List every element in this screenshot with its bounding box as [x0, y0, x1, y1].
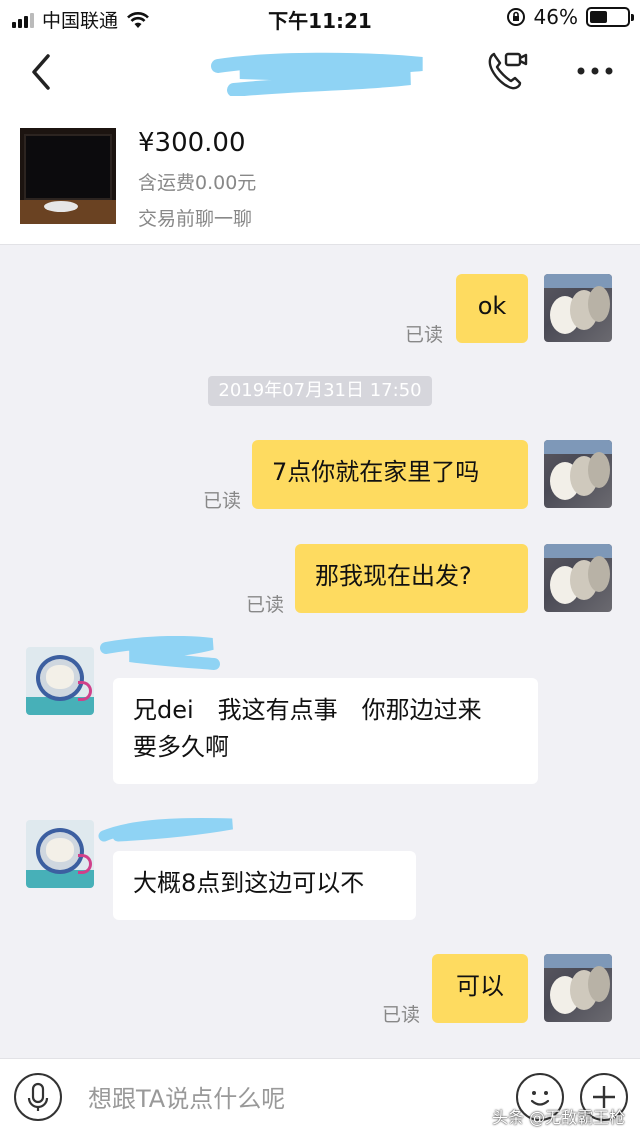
status-bar: 中国联通 下午11:21 46%	[0, 0, 640, 36]
read-receipt: 已读	[246, 594, 285, 616]
message-bubble-mine[interactable]: ok	[456, 274, 528, 343]
microphone-icon	[27, 1082, 49, 1111]
message-input[interactable]: 想跟TA说点什么呢	[88, 1079, 285, 1114]
read-receipt: 已读	[203, 490, 242, 512]
video-call-icon	[488, 52, 528, 90]
contact-name-redacted	[211, 52, 423, 96]
message-bubble-theirs[interactable]: 兄dei 我这有点事 你那边过来 要多久啊	[113, 678, 538, 784]
voice-button[interactable]	[14, 1073, 62, 1121]
product-subtitle: 交易前聊一聊	[138, 208, 253, 230]
more-dots-icon	[577, 67, 613, 75]
product-price: ¥300.00	[138, 128, 246, 158]
battery-percent: 46%	[533, 5, 578, 29]
my-avatar[interactable]	[544, 954, 612, 1022]
sender-name-redacted	[98, 818, 233, 842]
rotation-lock-icon	[506, 8, 525, 26]
sender-name-redacted	[100, 636, 220, 670]
message-line: 要多久啊	[133, 733, 229, 761]
more-button[interactable]	[572, 54, 622, 88]
video-call-button[interactable]	[484, 48, 530, 94]
contact-avatar[interactable]	[26, 647, 94, 715]
product-image	[20, 128, 116, 224]
product-card[interactable]: ¥300.00 含运费0.00元 交易前聊一聊	[0, 110, 640, 245]
my-avatar[interactable]	[544, 544, 612, 612]
message-bubble-theirs[interactable]: 大概8点到这边可以不	[113, 851, 416, 920]
message-bubble-mine[interactable]: 可以	[432, 954, 528, 1023]
read-receipt: 已读	[405, 324, 444, 346]
my-avatar[interactable]	[544, 440, 612, 508]
message-bubble-mine[interactable]: 7点你就在家里了吗	[252, 440, 528, 509]
status-right: 46%	[506, 5, 634, 29]
read-receipt: 已读	[382, 1004, 421, 1026]
message-line: 兄dei 我这有点事 你那边过来	[133, 696, 482, 724]
product-shipping: 含运费0.00元	[138, 172, 257, 194]
chat-header	[0, 36, 640, 110]
message-timestamp: 2019年07月31日 17:50	[208, 376, 432, 406]
contact-avatar[interactable]	[26, 820, 94, 888]
watermark: 头条 @无敌霸王枪	[492, 1108, 626, 1127]
my-avatar[interactable]	[544, 274, 612, 342]
chevron-left-icon	[32, 54, 50, 90]
message-bubble-mine[interactable]: 那我现在出发?	[295, 544, 528, 613]
back-button[interactable]	[22, 50, 62, 94]
battery-icon	[586, 7, 634, 27]
